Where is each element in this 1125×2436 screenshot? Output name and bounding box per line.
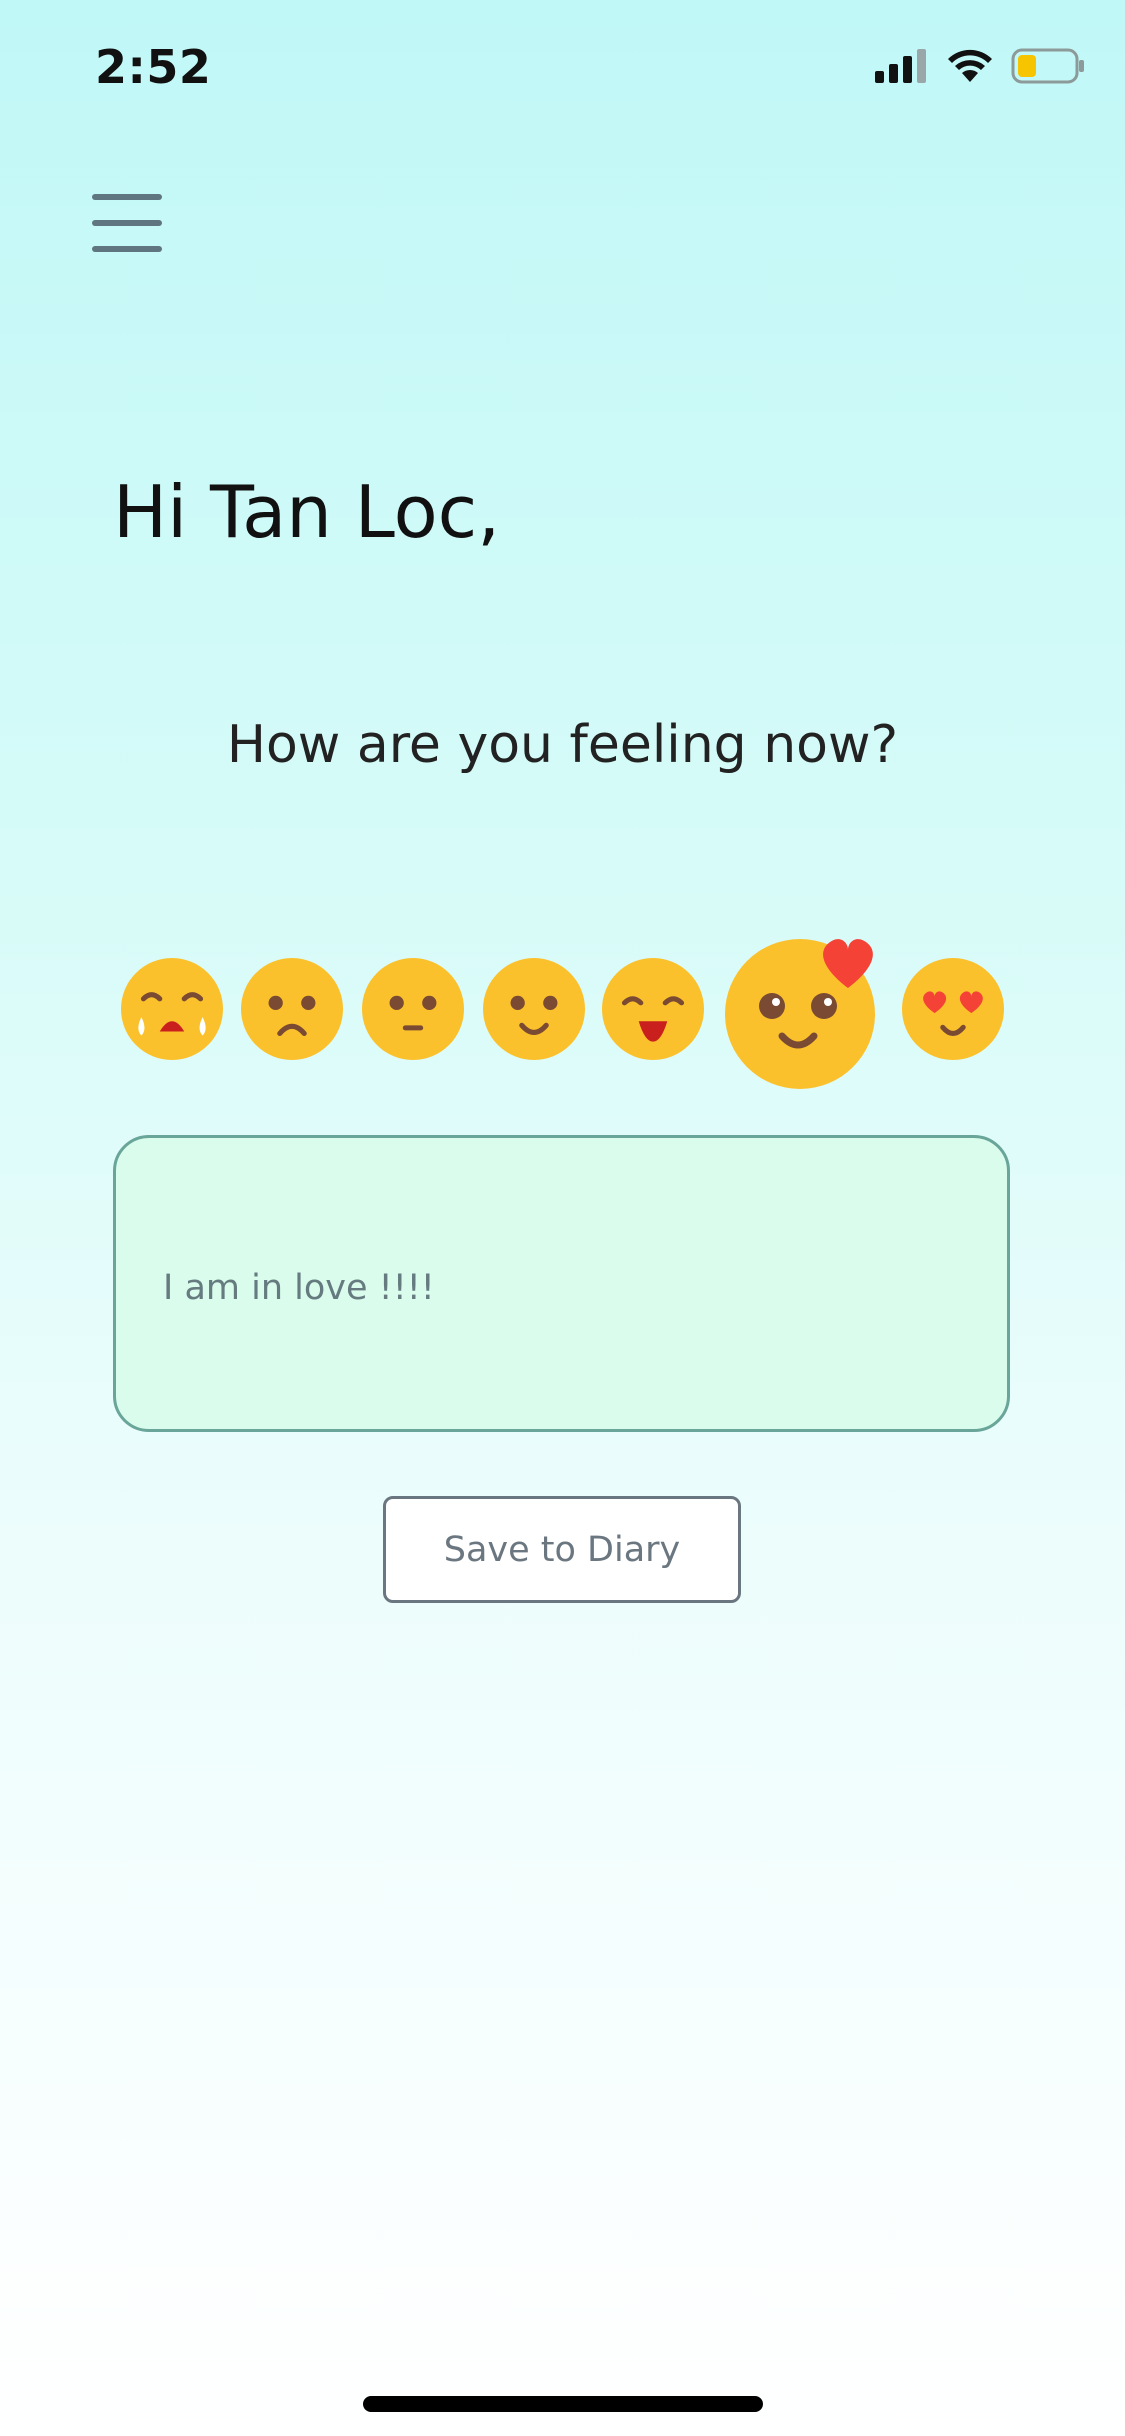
home-indicator[interactable] [363,2396,763,2412]
greeting-title: Hi Tan Loc, [113,470,501,554]
signal-icon [875,49,926,83]
crying-face-icon[interactable] [121,958,223,1060]
status-icons [875,48,1085,84]
diary-note-text: I am in love !!!! [163,1268,435,1308]
mood-selector [0,930,1125,1090]
sad-face-icon[interactable] [241,958,343,1060]
status-time: 2:52 [95,40,212,94]
hamburger-menu-icon [92,194,162,252]
mood-prompt: How are you feeling now? [226,715,899,775]
menu-button[interactable] [92,192,164,254]
app-screen: 2:52 Hi Tan Loc, How are you feeling now… [0,0,1125,2436]
in-love-heart-face-icon[interactable] [724,930,884,1090]
battery-icon [1011,48,1084,84]
diary-note-field[interactable]: I am in love !!!! [113,1135,1010,1432]
heart-eyes-face-icon[interactable] [902,958,1004,1060]
slight-smile-face-icon[interactable] [483,958,585,1060]
save-to-diary-button[interactable]: Save to Diary [383,1496,741,1603]
wifi-icon [948,49,992,82]
neutral-face-icon[interactable] [362,958,464,1060]
happy-face-icon[interactable] [602,958,704,1060]
